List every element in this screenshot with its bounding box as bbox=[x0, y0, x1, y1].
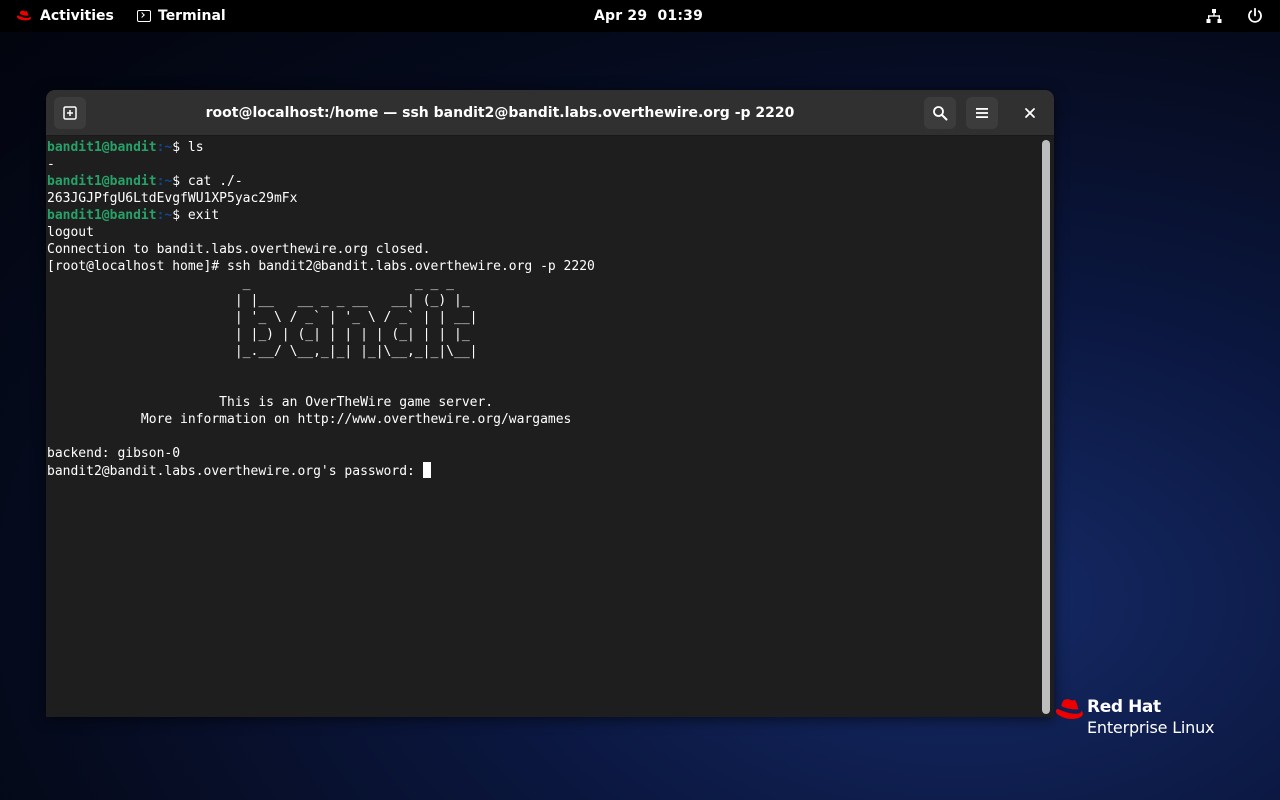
new-tab-button[interactable] bbox=[54, 97, 86, 129]
terminal-text: bandit2@bandit.labs.overthewire.org's pa… bbox=[47, 464, 423, 479]
power-icon[interactable] bbox=[1246, 7, 1264, 25]
terminal-text: This is an OverTheWire game server. bbox=[47, 395, 494, 410]
top-bar: Activities Terminal Apr 29 01:39 bbox=[0, 0, 1280, 32]
terminal-line: | '_ \ / _` | '_ \ / _` | | __| bbox=[47, 309, 1037, 326]
prompt-path: :~ bbox=[156, 140, 173, 155]
terminal-line: |_.__/ \__,_|_| |_|\__,_|_|\__| bbox=[47, 343, 1037, 360]
terminal-scrollbar[interactable] bbox=[1042, 140, 1050, 714]
hamburger-menu-icon bbox=[976, 108, 988, 118]
terminal-line: This is an OverTheWire game server. bbox=[47, 394, 1037, 411]
terminal-line: backend: gibson-0 bbox=[47, 445, 1037, 462]
terminal-output[interactable]: bandit1@bandit:~$ ls - bandit1@bandit:~$ c… bbox=[47, 137, 1037, 717]
terminal-line: Connection to bandit.labs.overthewire.or… bbox=[47, 241, 1037, 258]
terminal-line: More information on http://www.overthewi… bbox=[47, 411, 1037, 428]
close-icon bbox=[1025, 108, 1035, 118]
redhat-logo-icon bbox=[1055, 699, 1083, 719]
search-button[interactable] bbox=[924, 97, 956, 129]
activities-label: Activities bbox=[40, 8, 114, 24]
terminal-line: 263JGJPfgU6LtdEvgfWU1XP5yac29mFx bbox=[47, 190, 1037, 207]
new-tab-icon bbox=[63, 106, 77, 120]
terminal-text: - bbox=[47, 157, 55, 172]
terminal-text: | |_) | (_| | | | | (_| | | |_ bbox=[47, 327, 470, 342]
prompt-user: bandit1@bandit bbox=[47, 174, 157, 189]
app-menu-terminal[interactable]: Terminal bbox=[137, 0, 226, 32]
prompt-command: $ ls bbox=[172, 140, 204, 155]
app-menu-label: Terminal bbox=[158, 8, 226, 24]
terminal-text: 263JGJPfgU6LtdEvgfWU1XP5yac29mFx bbox=[47, 191, 298, 206]
terminal-line: bandit2@bandit.labs.overthewire.org's pa… bbox=[47, 462, 1037, 479]
text-cursor bbox=[422, 462, 431, 478]
prompt-user: bandit1@bandit bbox=[47, 140, 157, 155]
terminal-text: Connection to bandit.labs.overthewire.or… bbox=[47, 242, 431, 257]
window-headerbar[interactable]: root@localhost:/home — ssh bandit2@bandi… bbox=[46, 90, 1054, 136]
prompt-path: :~ bbox=[156, 208, 173, 223]
terminal-text: [root@localhost home]# ssh bandit2@bandi… bbox=[47, 259, 595, 274]
menu-button[interactable] bbox=[966, 97, 998, 129]
window-title: root@localhost:/home — ssh bandit2@bandi… bbox=[205, 105, 795, 121]
terminal-line: _ _ _ _ bbox=[47, 275, 1037, 292]
brand-product: Enterprise Linux bbox=[1087, 718, 1215, 737]
search-icon bbox=[933, 106, 948, 121]
close-button[interactable] bbox=[1014, 97, 1046, 129]
terminal-line: logout bbox=[47, 224, 1037, 241]
terminal-line: bandit1@bandit:~$ exit bbox=[47, 207, 1037, 224]
terminal-line: [root@localhost home]# ssh bandit2@bandi… bbox=[47, 258, 1037, 275]
prompt-command: $ exit bbox=[172, 208, 220, 223]
terminal-line: bandit1@bandit:~$ ls bbox=[47, 139, 1037, 156]
activities-button[interactable]: Activities bbox=[16, 0, 114, 32]
terminal-line: | |__ __ _ _ __ __| (_) |_ bbox=[47, 292, 1037, 309]
terminal-text: |_.__/ \__,_|_| |_|\__,_|_|\__| bbox=[47, 344, 478, 359]
terminal-window: root@localhost:/home — ssh bandit2@bandi… bbox=[46, 90, 1054, 717]
terminal-text: logout bbox=[47, 225, 94, 240]
redhat-brand: Red Hat Enterprise Linux bbox=[1054, 697, 1234, 743]
terminal-text: _ _ _ _ bbox=[47, 276, 454, 291]
prompt-command: $ cat ./- bbox=[172, 174, 243, 189]
terminal-line: | |_) | (_| | | | | (_| | | |_ bbox=[47, 326, 1037, 343]
terminal-line: - bbox=[47, 156, 1037, 173]
clock[interactable]: Apr 29 01:39 bbox=[594, 0, 703, 32]
prompt-path: :~ bbox=[156, 174, 173, 189]
terminal-text: | '_ \ / _` | '_ \ / _` | | __| bbox=[47, 310, 478, 325]
terminal-line: bandit1@bandit:~$ cat ./- bbox=[47, 173, 1037, 190]
terminal-icon bbox=[137, 10, 151, 22]
brand-name: Red Hat bbox=[1087, 697, 1161, 717]
redhat-icon bbox=[17, 10, 31, 21]
network-icon[interactable] bbox=[1206, 8, 1222, 24]
terminal-text: More information on http://www.overthewi… bbox=[47, 412, 572, 427]
prompt-user: bandit1@bandit bbox=[47, 208, 157, 223]
terminal-text: backend: gibson-0 bbox=[47, 446, 181, 461]
terminal-text: | |__ __ _ _ __ __| (_) |_ bbox=[47, 293, 470, 308]
